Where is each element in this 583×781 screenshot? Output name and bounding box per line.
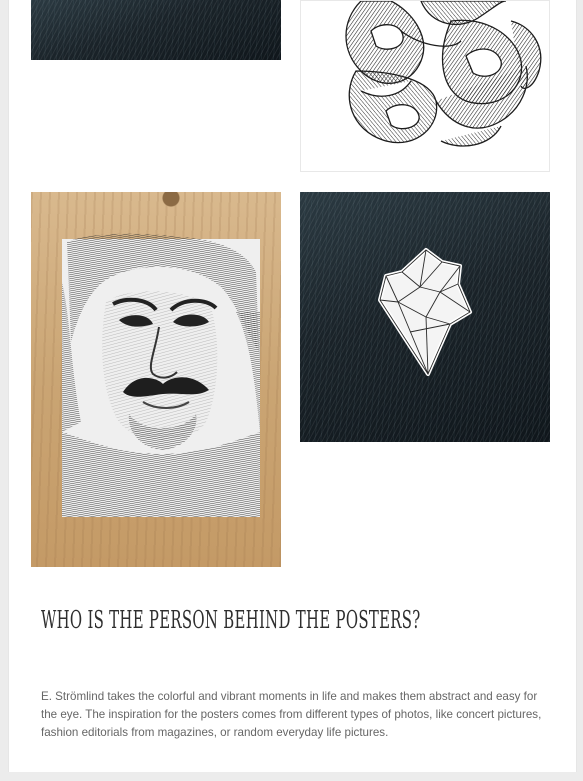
portrait-drawing-image[interactable] (31, 192, 281, 567)
about-body-text: E. Strömlind takes the colorful and vibr… (41, 690, 542, 739)
fur-texture-image[interactable] (31, 0, 281, 60)
abstract-drawing-art (345, 1, 542, 147)
geometric-pin-art (378, 248, 472, 376)
abstract-drawing-image[interactable] (300, 0, 550, 172)
about-heading: Who is the person behind the posters? (41, 606, 420, 634)
content-card: Who is the person behind the posters? E.… (8, 0, 577, 772)
portrait-drawing-art (62, 233, 260, 517)
geometric-pin-image[interactable] (300, 192, 550, 442)
about-heading-text: Who is the person behind the posters? (41, 606, 421, 634)
